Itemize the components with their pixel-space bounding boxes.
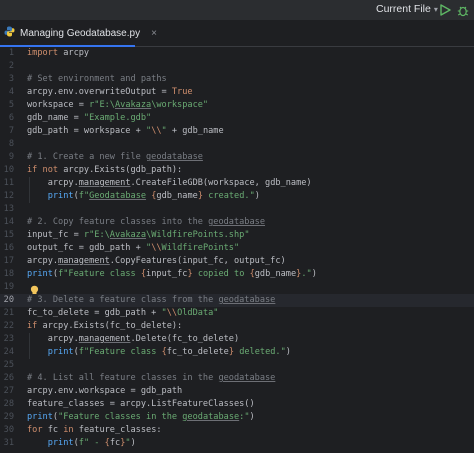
code-line: 29 print("Feature classes in the geodatab…: [0, 411, 474, 424]
code-line: 15 input_fc = r"E:\Avakaza\WildfirePoints…: [0, 229, 474, 242]
code-comment: # 4. List all feature classes in the geo…: [27, 373, 276, 383]
line-number: 9: [8, 152, 14, 162]
line-number: 22: [3, 321, 14, 331]
line-number: 29: [3, 412, 14, 422]
top-toolbar: Current File ▾: [0, 0, 474, 20]
code-line: 25: [0, 359, 474, 372]
line-number: 26: [3, 373, 14, 383]
line-number: 25: [3, 360, 14, 370]
code-line: 2: [0, 60, 474, 73]
code-text: print("Feature classes in the geodatabas…: [27, 412, 255, 422]
code-line: 16 output_fc = gdb_path + "\\WildfirePoin…: [0, 242, 474, 255]
code-text: arcpy.management.CopyFeatures(input_fc, …: [27, 256, 286, 266]
line-number: 18: [3, 269, 14, 279]
run-icon[interactable]: [438, 3, 452, 17]
line-number: 10: [3, 165, 14, 175]
code-line: 10 if not arcpy.Exists(gdb_path):: [0, 164, 474, 177]
code-line: 17 arcpy.management.CopyFeatures(input_fc…: [0, 255, 474, 268]
code-text: print(f"Geodatabase {gdb_name} created."…: [47, 191, 260, 201]
code-text: import arcpy: [27, 48, 90, 58]
code-comment: # 3. Delete a feature class from the geo…: [27, 295, 276, 305]
code-line: 24 print(f"Feature class {fc_to_delete} …: [0, 346, 474, 359]
line-number: 7: [8, 126, 14, 136]
code-editor[interactable]: 1 import arcpy 2 3 # Set environment and p…: [0, 47, 474, 453]
code-text: input_fc = r"E:\Avakaza\WildfirePoints.s…: [27, 230, 250, 240]
line-number: 2: [8, 61, 14, 71]
line-number: 5: [8, 100, 14, 110]
code-line: 14 # 2. Copy feature classes into the geo…: [0, 216, 474, 229]
python-file-icon: [4, 26, 15, 40]
code-text: feature_classes = arcpy.ListFeatureClass…: [27, 399, 255, 409]
line-number: 28: [3, 399, 14, 409]
code-text: arcpy.env.workspace = gdb_path: [27, 386, 183, 396]
code-line: 28 feature_classes = arcpy.ListFeatureCla…: [0, 398, 474, 411]
line-number: 4: [8, 87, 14, 97]
line-number: 6: [8, 113, 14, 123]
line-number: 16: [3, 243, 14, 253]
code-text: if not arcpy.Exists(gdb_path):: [27, 165, 183, 175]
code-line: 21 fc_to_delete = gdb_path + "\\OldData": [0, 307, 474, 320]
run-configuration-label: Current File: [376, 3, 431, 15]
line-number: 17: [3, 256, 14, 266]
code-comment: # Set environment and paths: [27, 74, 167, 84]
line-number: 27: [3, 386, 14, 396]
code-line: 8: [0, 138, 474, 151]
code-text: gdb_path = workspace + "\\" + gdb_name: [27, 126, 224, 136]
code-text: if arcpy.Exists(fc_to_delete):: [27, 321, 183, 331]
code-line: 18 print(f"Feature class {input_fc} copie…: [0, 268, 474, 281]
code-line: 30 for fc in feature_classes:: [0, 424, 474, 437]
code-text: print(f" - {fc}"): [47, 438, 136, 448]
code-text: output_fc = gdb_path + "\\WildfirePoints…: [27, 243, 240, 253]
line-number: 30: [3, 425, 14, 435]
line-number: 13: [3, 204, 14, 214]
line-number: 11: [3, 178, 14, 188]
code-line: 5 workspace = r"E:\Avakaza\workspace": [0, 99, 474, 112]
code-text: arcpy.env.overwriteOutput = True: [27, 87, 193, 97]
code-line: 13: [0, 203, 474, 216]
code-line: 12 print(f"Geodatabase {gdb_name} create…: [0, 190, 474, 203]
code-comment: # 2. Copy feature classes into the geoda…: [27, 217, 266, 227]
code-text: workspace = r"E:\Avakaza\workspace": [27, 100, 209, 110]
code-line: 9 # 1. Create a new file geodatabase: [0, 151, 474, 164]
code-comment: # 1. Create a new file geodatabase: [27, 152, 203, 162]
line-number: 14: [3, 217, 14, 227]
code-line: 23 arcpy.management.Delete(fc_to_delete): [0, 333, 474, 346]
code-line: 6 gdb_name = "Example.gdb": [0, 112, 474, 125]
code-text: arcpy.management.CreateFileGDB(workspace…: [27, 178, 312, 188]
close-icon[interactable]: ×: [151, 28, 157, 39]
code-line: 1 import arcpy: [0, 47, 474, 60]
debug-icon[interactable]: [456, 3, 470, 17]
line-number: 12: [3, 191, 14, 201]
line-number: 20: [3, 295, 14, 305]
code-line-current: 20 # 3. Delete a feature class from the g…: [0, 294, 474, 307]
code-line: 4 arcpy.env.overwriteOutput = True: [0, 86, 474, 99]
code-text: for fc in feature_classes:: [27, 425, 162, 435]
editor-tab-bar: Managing Geodatabase.py ×: [0, 20, 474, 47]
line-number: 15: [3, 230, 14, 240]
line-number: 1: [8, 48, 14, 58]
code-line: 7 gdb_path = workspace + "\\" + gdb_name: [0, 125, 474, 138]
line-number: 31: [3, 438, 14, 448]
line-number: 23: [3, 334, 14, 344]
line-number: 24: [3, 347, 14, 357]
code-line: 26 # 4. List all feature classes in the g…: [0, 372, 474, 385]
code-text: print(f"Feature class {input_fc} copied …: [27, 269, 317, 279]
code-line: 31 print(f" - {fc}"): [0, 437, 474, 450]
code-line: 3 # Set environment and paths: [0, 73, 474, 86]
code-text: gdb_name = "Example.gdb": [27, 113, 152, 123]
line-number: 3: [8, 74, 14, 84]
code-line: 27 arcpy.env.workspace = gdb_path: [0, 385, 474, 398]
code-text: fc_to_delete = gdb_path + "\\OldData": [27, 308, 219, 318]
line-number: 19: [3, 282, 14, 292]
run-configuration-selector[interactable]: Current File ▾: [376, 3, 438, 15]
line-number: 8: [8, 139, 14, 149]
code-text: print(f"Feature class {fc_to_delete} del…: [47, 347, 291, 357]
code-line: 19: [0, 281, 474, 297]
code-line: 11 arcpy.management.CreateFileGDB(worksp…: [0, 177, 474, 190]
line-number: 21: [3, 308, 14, 318]
tab-title: Managing Geodatabase.py: [20, 27, 141, 39]
code-line: 22 if arcpy.Exists(fc_to_delete):: [0, 320, 474, 333]
code-text: arcpy.management.Delete(fc_to_delete): [27, 334, 240, 344]
editor-tab[interactable]: Managing Geodatabase.py ×: [0, 20, 163, 46]
